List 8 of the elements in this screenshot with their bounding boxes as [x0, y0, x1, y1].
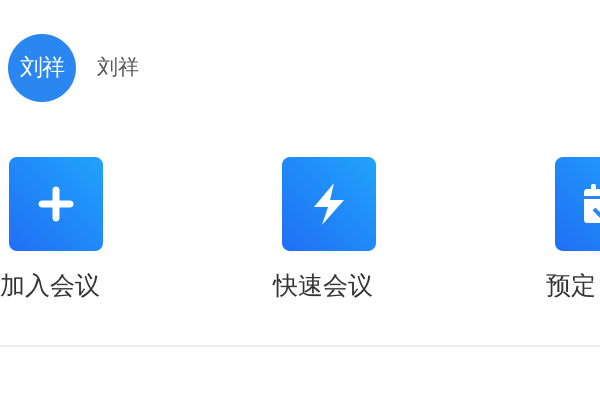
plus-icon: [38, 186, 74, 222]
user-name: 刘祥: [97, 54, 139, 82]
action-label: 快速会议: [273, 271, 373, 300]
action-label: 预定: [546, 271, 596, 300]
avatar[interactable]: 刘祥: [8, 34, 76, 102]
action-tile[interactable]: [9, 157, 103, 251]
action-label: 加入会议: [0, 271, 100, 300]
action-tile[interactable]: [282, 157, 376, 251]
